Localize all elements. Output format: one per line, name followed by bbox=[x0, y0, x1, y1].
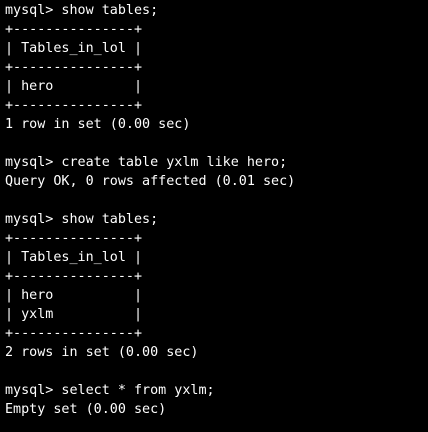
table-row: | hero | bbox=[5, 288, 143, 303]
result-summary: 2 rows in set (0.00 sec) bbox=[5, 345, 199, 360]
table-row: | hero | bbox=[5, 79, 143, 94]
table-border: +---------------+ bbox=[5, 22, 143, 37]
table-header: | Tables_in_lol | bbox=[5, 41, 143, 56]
command-line: mysql> show tables; bbox=[5, 212, 159, 227]
table-border: +---------------+ bbox=[5, 269, 143, 284]
table-row: | yxlm | bbox=[5, 307, 143, 322]
table-border: +---------------+ bbox=[5, 60, 143, 75]
result-summary: Empty set (0.00 sec) bbox=[5, 402, 167, 417]
result-summary: 1 row in set (0.00 sec) bbox=[5, 117, 191, 132]
table-border: +---------------+ bbox=[5, 326, 143, 341]
command-line: mysql> show tables; bbox=[5, 3, 159, 18]
table-border: +---------------+ bbox=[5, 231, 143, 246]
terminal-window[interactable]: mysql> show tables; +---------------+ | … bbox=[0, 0, 428, 432]
table-header: | Tables_in_lol | bbox=[5, 250, 143, 265]
table-border: +---------------+ bbox=[5, 98, 143, 113]
command-line: mysql> select * from yxlm; bbox=[5, 383, 215, 398]
result-summary: Query OK, 0 rows affected (0.01 sec) bbox=[5, 174, 296, 189]
command-line: mysql> create table yxlm like hero; bbox=[5, 155, 288, 170]
